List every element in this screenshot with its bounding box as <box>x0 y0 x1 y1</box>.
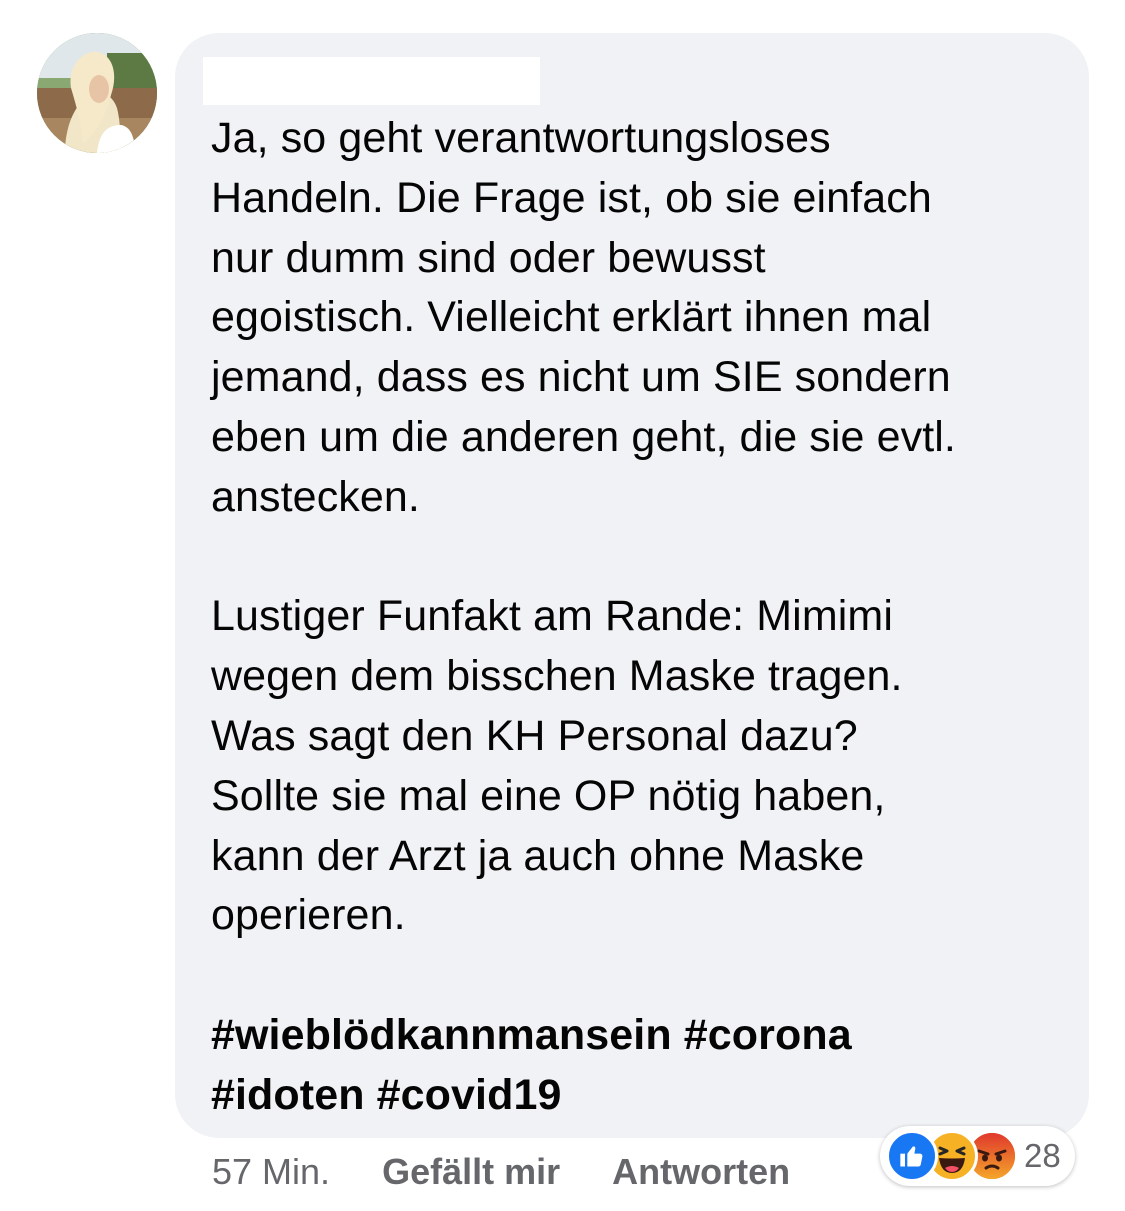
comment-paragraph-2: Lustiger Funfakt am Rande: Mimimi wegen … <box>211 592 903 940</box>
comment-body: Ja, so geht verantwortungsloses Handeln.… <box>211 109 1071 1126</box>
comment-actions: 57 Min. Gefällt mir Antworten <box>212 1148 790 1196</box>
reply-button[interactable]: Antworten <box>612 1151 790 1193</box>
reaction-count: 28 <box>1024 1137 1061 1174</box>
comment-timestamp[interactable]: 57 Min. <box>212 1151 330 1193</box>
comment-thread: Ja, so geht verantwortungsloses Handeln.… <box>0 0 1125 1211</box>
like-button[interactable]: Gefällt mir <box>382 1151 560 1193</box>
like-icon <box>886 1130 938 1182</box>
author-name-redacted[interactable] <box>203 57 540 105</box>
comment-paragraph-1: Ja, so geht verantwortungsloses Handeln.… <box>211 114 956 521</box>
reactions-summary[interactable]: 28 <box>880 1126 1075 1186</box>
comment-bubble: Ja, so geht verantwortungsloses Handeln.… <box>175 33 1089 1138</box>
avatar-photo <box>37 33 157 153</box>
avatar[interactable] <box>37 33 157 153</box>
comment-hashtags[interactable]: #wieblödkannmansein #corona #idoten #cov… <box>211 1006 1071 1126</box>
